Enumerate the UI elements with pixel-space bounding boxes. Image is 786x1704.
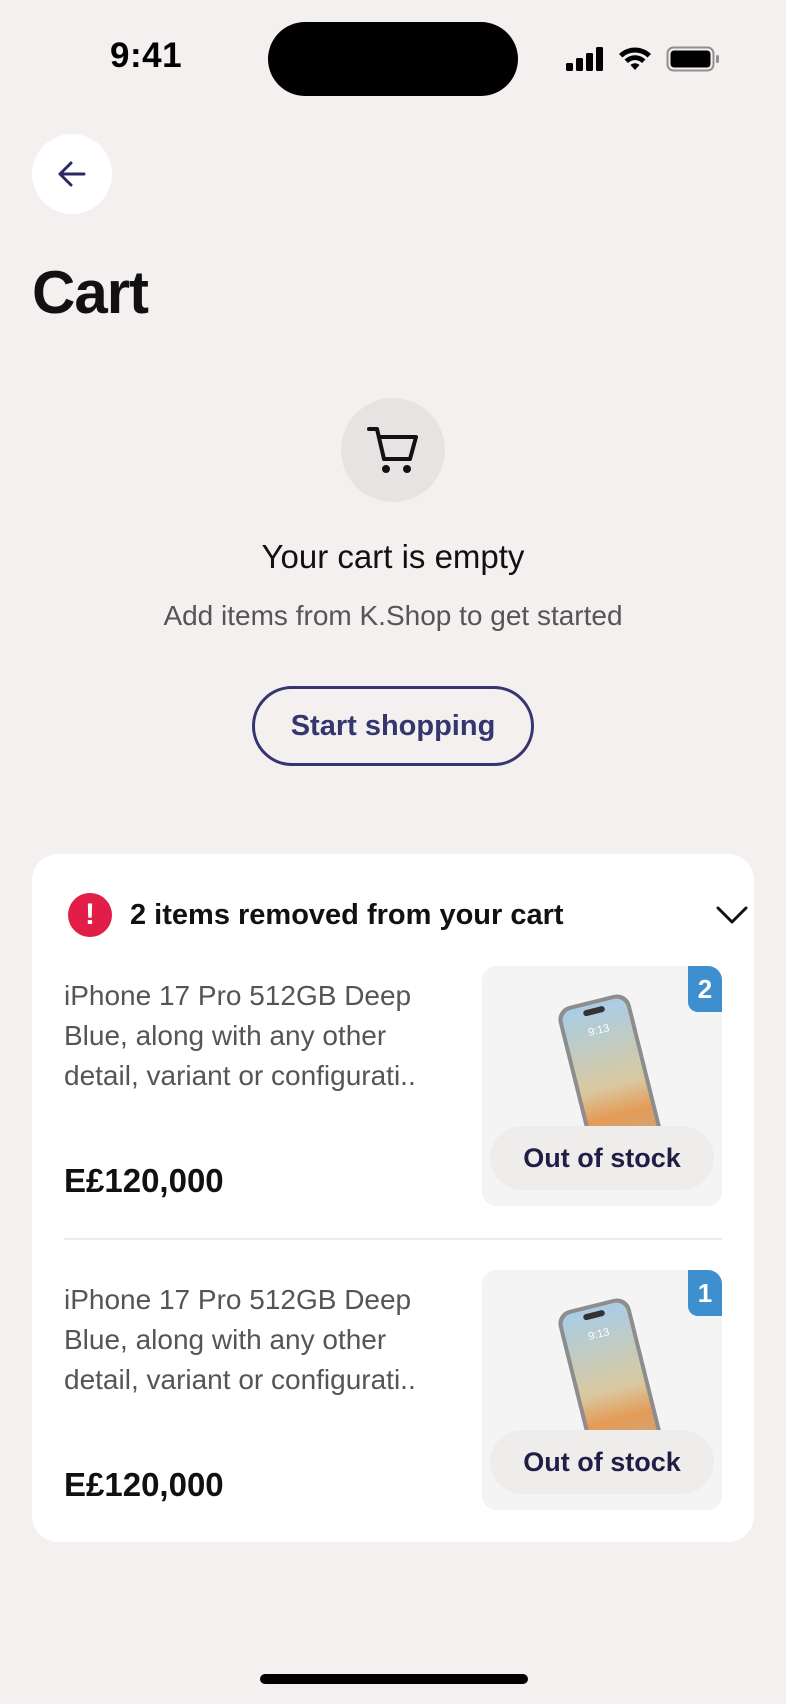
- item-thumbnail: 9:13 1 Out of stock: [482, 1270, 722, 1510]
- item-thumbnail: 9:13 2 Out of stock: [482, 966, 722, 1206]
- item-name: iPhone 17 Pro 512GB Deep Blue, along wit…: [64, 980, 416, 1091]
- item-divider: [64, 1238, 722, 1240]
- quantity-badge: 1: [688, 1270, 722, 1316]
- page-title: Cart: [32, 259, 149, 326]
- removed-item[interactable]: iPhone 17 Pro 512GB Deep Blue, along wit…: [64, 966, 722, 1206]
- phone-image: 9:13: [558, 994, 664, 1132]
- cellular-signal-icon: [566, 47, 603, 71]
- item-price: E£120,000: [64, 1466, 224, 1503]
- back-button[interactable]: [32, 134, 112, 214]
- removed-items-card: ! 2 items removed from your cart iPhone …: [32, 854, 754, 1542]
- out-of-stock-badge: Out of stock: [490, 1430, 714, 1494]
- cart-icon: [367, 427, 418, 473]
- empty-cart-illustration: [341, 398, 445, 502]
- start-shopping-button[interactable]: Start shopping: [252, 686, 534, 766]
- home-indicator[interactable]: [260, 1674, 528, 1684]
- quantity-badge: 2: [688, 966, 722, 1012]
- out-of-stock-badge: Out of stock: [490, 1126, 714, 1190]
- chevron-down-icon[interactable]: [712, 895, 752, 935]
- removed-items-header[interactable]: ! 2 items removed from your cart: [68, 890, 752, 940]
- item-price: E£120,000: [64, 1162, 224, 1199]
- battery-icon: [666, 46, 719, 72]
- status-icons: [566, 42, 720, 76]
- phone-image: 9:13: [558, 1298, 664, 1436]
- empty-state-subtitle: Add items from K.Shop to get started: [163, 600, 623, 631]
- item-name: iPhone 17 Pro 512GB Deep Blue, along wit…: [64, 1284, 416, 1395]
- dynamic-island: [268, 22, 518, 96]
- arrow-left-icon: [58, 161, 86, 187]
- status-time: 9:41: [110, 36, 183, 75]
- removed-item[interactable]: iPhone 17 Pro 512GB Deep Blue, along wit…: [64, 1270, 722, 1510]
- empty-state-title: Your cart is empty: [261, 538, 525, 575]
- wifi-icon: [619, 47, 651, 70]
- removed-items-title: 2 items removed from your cart: [130, 898, 564, 931]
- exclamation-icon: !: [68, 893, 112, 937]
- cart-screen: 9:41 Cart Your cart is empty Add items f…: [0, 0, 786, 1704]
